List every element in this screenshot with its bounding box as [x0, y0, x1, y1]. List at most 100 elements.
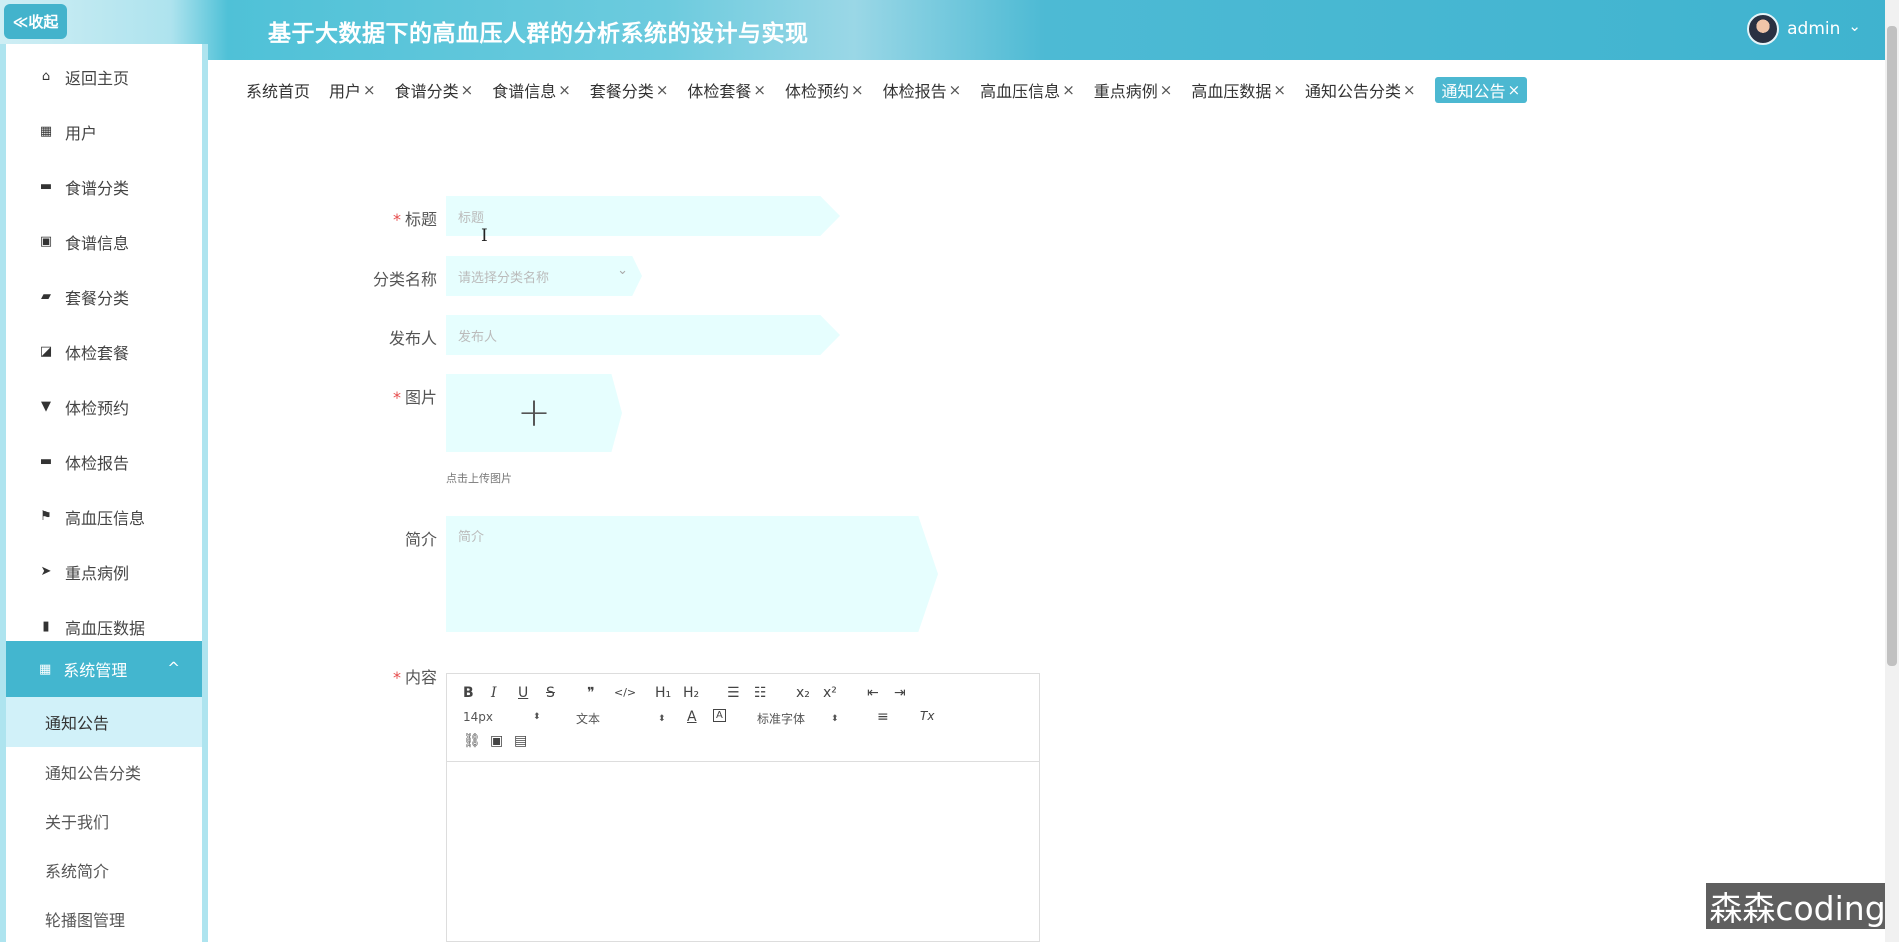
sidebar-item-checkup-package[interactable]: ◪ 体检套餐	[6, 324, 202, 379]
ticket-icon: ▰	[41, 289, 51, 304]
sidebar-item-checkup-booking[interactable]: ▼ 体检预约	[6, 379, 202, 434]
content-label: * 内容	[317, 664, 437, 688]
header-select[interactable]: 文本 ⬍	[576, 710, 666, 727]
tab-checkup-report[interactable]: 体检报告 ×	[883, 78, 962, 102]
bar-chart-icon: ▮	[42, 619, 50, 634]
tab-recipe-category[interactable]: 食谱分类 ×	[395, 78, 474, 102]
send-icon: ➤	[40, 564, 52, 579]
underline-button[interactable]: U	[518, 685, 528, 701]
image-upload-button[interactable]: +	[446, 374, 622, 452]
sidebar-group-label: 系统管理	[63, 661, 128, 680]
sidebar-group-system[interactable]: ▦ 系统管理 ^	[6, 641, 202, 697]
sidebar-item-users[interactable]: ▦ 用户	[6, 104, 202, 159]
intro-label: 简介	[404, 530, 437, 549]
close-icon[interactable]: ×	[949, 81, 962, 99]
close-icon[interactable]: ×	[1062, 81, 1075, 99]
h1-button[interactable]: H₁	[655, 685, 671, 701]
tab-checkup-booking[interactable]: 体检预约 ×	[785, 78, 864, 102]
close-icon[interactable]: ×	[851, 81, 864, 99]
sidebar-sub-about[interactable]: 关于我们	[6, 796, 202, 846]
sidebar-item-home[interactable]: ⌂ 返回主页	[6, 49, 202, 104]
sidebar-sub-carousel[interactable]: 轮播图管理	[6, 894, 202, 944]
home-icon: ⌂	[41, 69, 51, 84]
category-select[interactable]: 请选择分类名称 ⌄	[446, 256, 642, 296]
watermark: 森森coding	[1706, 883, 1889, 929]
font-family-select[interactable]: 标准字体 ⬍	[757, 710, 839, 727]
blockquote-button[interactable]: ❞	[587, 685, 595, 701]
tab-hypertension-info[interactable]: 高血压信息 ×	[980, 78, 1075, 102]
italic-button[interactable]: I	[491, 685, 497, 701]
bold-button[interactable]: B	[463, 685, 474, 701]
app-title: 基于大数据下的高血压人群的分析系统的设计与实现	[268, 21, 809, 47]
image-button[interactable]: ▣	[490, 733, 503, 749]
tab-label: 食谱分类	[394, 82, 459, 101]
tab-notice-category[interactable]: 通知公告分类 ×	[1305, 78, 1416, 102]
close-icon[interactable]: ×	[656, 81, 669, 99]
tab-home[interactable]: 系统首页	[246, 78, 310, 102]
superscript-button[interactable]: x²	[823, 685, 837, 701]
sidebar-item-label: 套餐分类	[65, 288, 130, 308]
ordered-list-button[interactable]: ☰	[727, 685, 740, 701]
avatar	[1747, 13, 1780, 45]
link-button[interactable]: ⛓	[463, 733, 481, 749]
strike-button[interactable]: S	[546, 685, 555, 701]
code-button[interactable]: </>	[614, 686, 636, 699]
editor-content-area[interactable]	[447, 762, 1039, 942]
font-size-select[interactable]: 14px ⬍	[463, 710, 541, 724]
collapse-button[interactable]: ≪收起	[4, 4, 67, 39]
chart-icon: ◪	[39, 344, 53, 359]
text-color-button[interactable]: A	[687, 709, 697, 725]
tab-users[interactable]: 用户 ×	[329, 78, 376, 102]
user-menu[interactable]: admin ⌄	[1747, 13, 1861, 45]
close-icon[interactable]: ×	[1403, 81, 1416, 99]
clear-format-button[interactable]: Tx	[920, 709, 934, 723]
plus-icon: +	[517, 390, 551, 436]
subscript-button[interactable]: x₂	[796, 685, 810, 701]
page-scrollbar[interactable]	[1885, 0, 1899, 942]
intro-textarea[interactable]: 简介	[446, 516, 938, 632]
sidebar-item-checkup-report[interactable]: ▬ 体检报告	[6, 434, 202, 489]
sidebar-item-label: 体检预约	[65, 398, 130, 418]
tab-hypertension-data[interactable]: 高血压数据 ×	[1191, 78, 1286, 102]
tab-label: 重点病例	[1093, 82, 1158, 101]
h2-button[interactable]: H₂	[683, 685, 699, 701]
tab-checkup-package[interactable]: 体检套餐 ×	[687, 78, 766, 102]
chevron-up-icon: ^	[167, 659, 180, 677]
close-icon[interactable]: ×	[461, 81, 474, 99]
close-icon[interactable]: ×	[1160, 81, 1173, 99]
tab-label: 通知公告	[1441, 82, 1506, 101]
video-button[interactable]: ▤	[514, 733, 527, 749]
scrollbar-thumb[interactable]	[1887, 26, 1897, 666]
upload-hint: 点击上传图片	[446, 472, 512, 485]
sidebar-item-recipe-info[interactable]: ▣ 食谱信息	[6, 214, 202, 269]
sidebar-item-recipe-category[interactable]: ▬ 食谱分类	[6, 159, 202, 214]
close-icon[interactable]: ×	[1273, 81, 1286, 99]
sidebar-item-key-cases[interactable]: ➤ 重点病例	[6, 544, 202, 599]
sidebar-item-package-category[interactable]: ▰ 套餐分类	[6, 269, 202, 324]
publisher-input[interactable]: 发布人	[446, 315, 840, 355]
tab-notice[interactable]: 通知公告 ×	[1434, 77, 1528, 103]
sidebar-sub-notice[interactable]: 通知公告	[6, 697, 202, 747]
tab-label: 高血压信息	[980, 82, 1061, 101]
title-input[interactable]: 标题	[446, 196, 840, 236]
indent-button[interactable]: ⇥	[894, 685, 906, 701]
sidebar-item-hypertension-info[interactable]: ⚑ 高血压信息	[6, 489, 202, 544]
background-color-button[interactable]: A	[713, 709, 726, 722]
select-value: 14px	[463, 710, 493, 724]
close-icon[interactable]: ×	[558, 81, 571, 99]
sidebar-sub-notice-category[interactable]: 通知公告分类	[6, 747, 202, 797]
align-button[interactable]: ≡	[877, 709, 889, 725]
tab-recipe-info[interactable]: 食谱信息 ×	[492, 78, 571, 102]
tab-bar: 系统首页 用户 × 食谱分类 × 食谱信息 × 套餐分类 × 体检套餐 × 体检预约 × 体…	[246, 77, 1546, 103]
sidebar-sub-intro[interactable]: 系统简介	[6, 845, 202, 895]
close-icon[interactable]: ×	[1508, 81, 1521, 99]
outdent-button[interactable]: ⇤	[867, 685, 879, 701]
tab-package-category[interactable]: 套餐分类 ×	[590, 78, 669, 102]
close-icon[interactable]: ×	[753, 81, 766, 99]
image-label: * 图片	[317, 384, 437, 408]
sidebar-item-label: 重点病例	[65, 563, 130, 583]
close-icon[interactable]: ×	[363, 81, 376, 99]
tab-key-cases[interactable]: 重点病例 ×	[1094, 78, 1173, 102]
required-mark: *	[392, 210, 401, 229]
bullet-list-button[interactable]: ☷	[754, 685, 767, 701]
